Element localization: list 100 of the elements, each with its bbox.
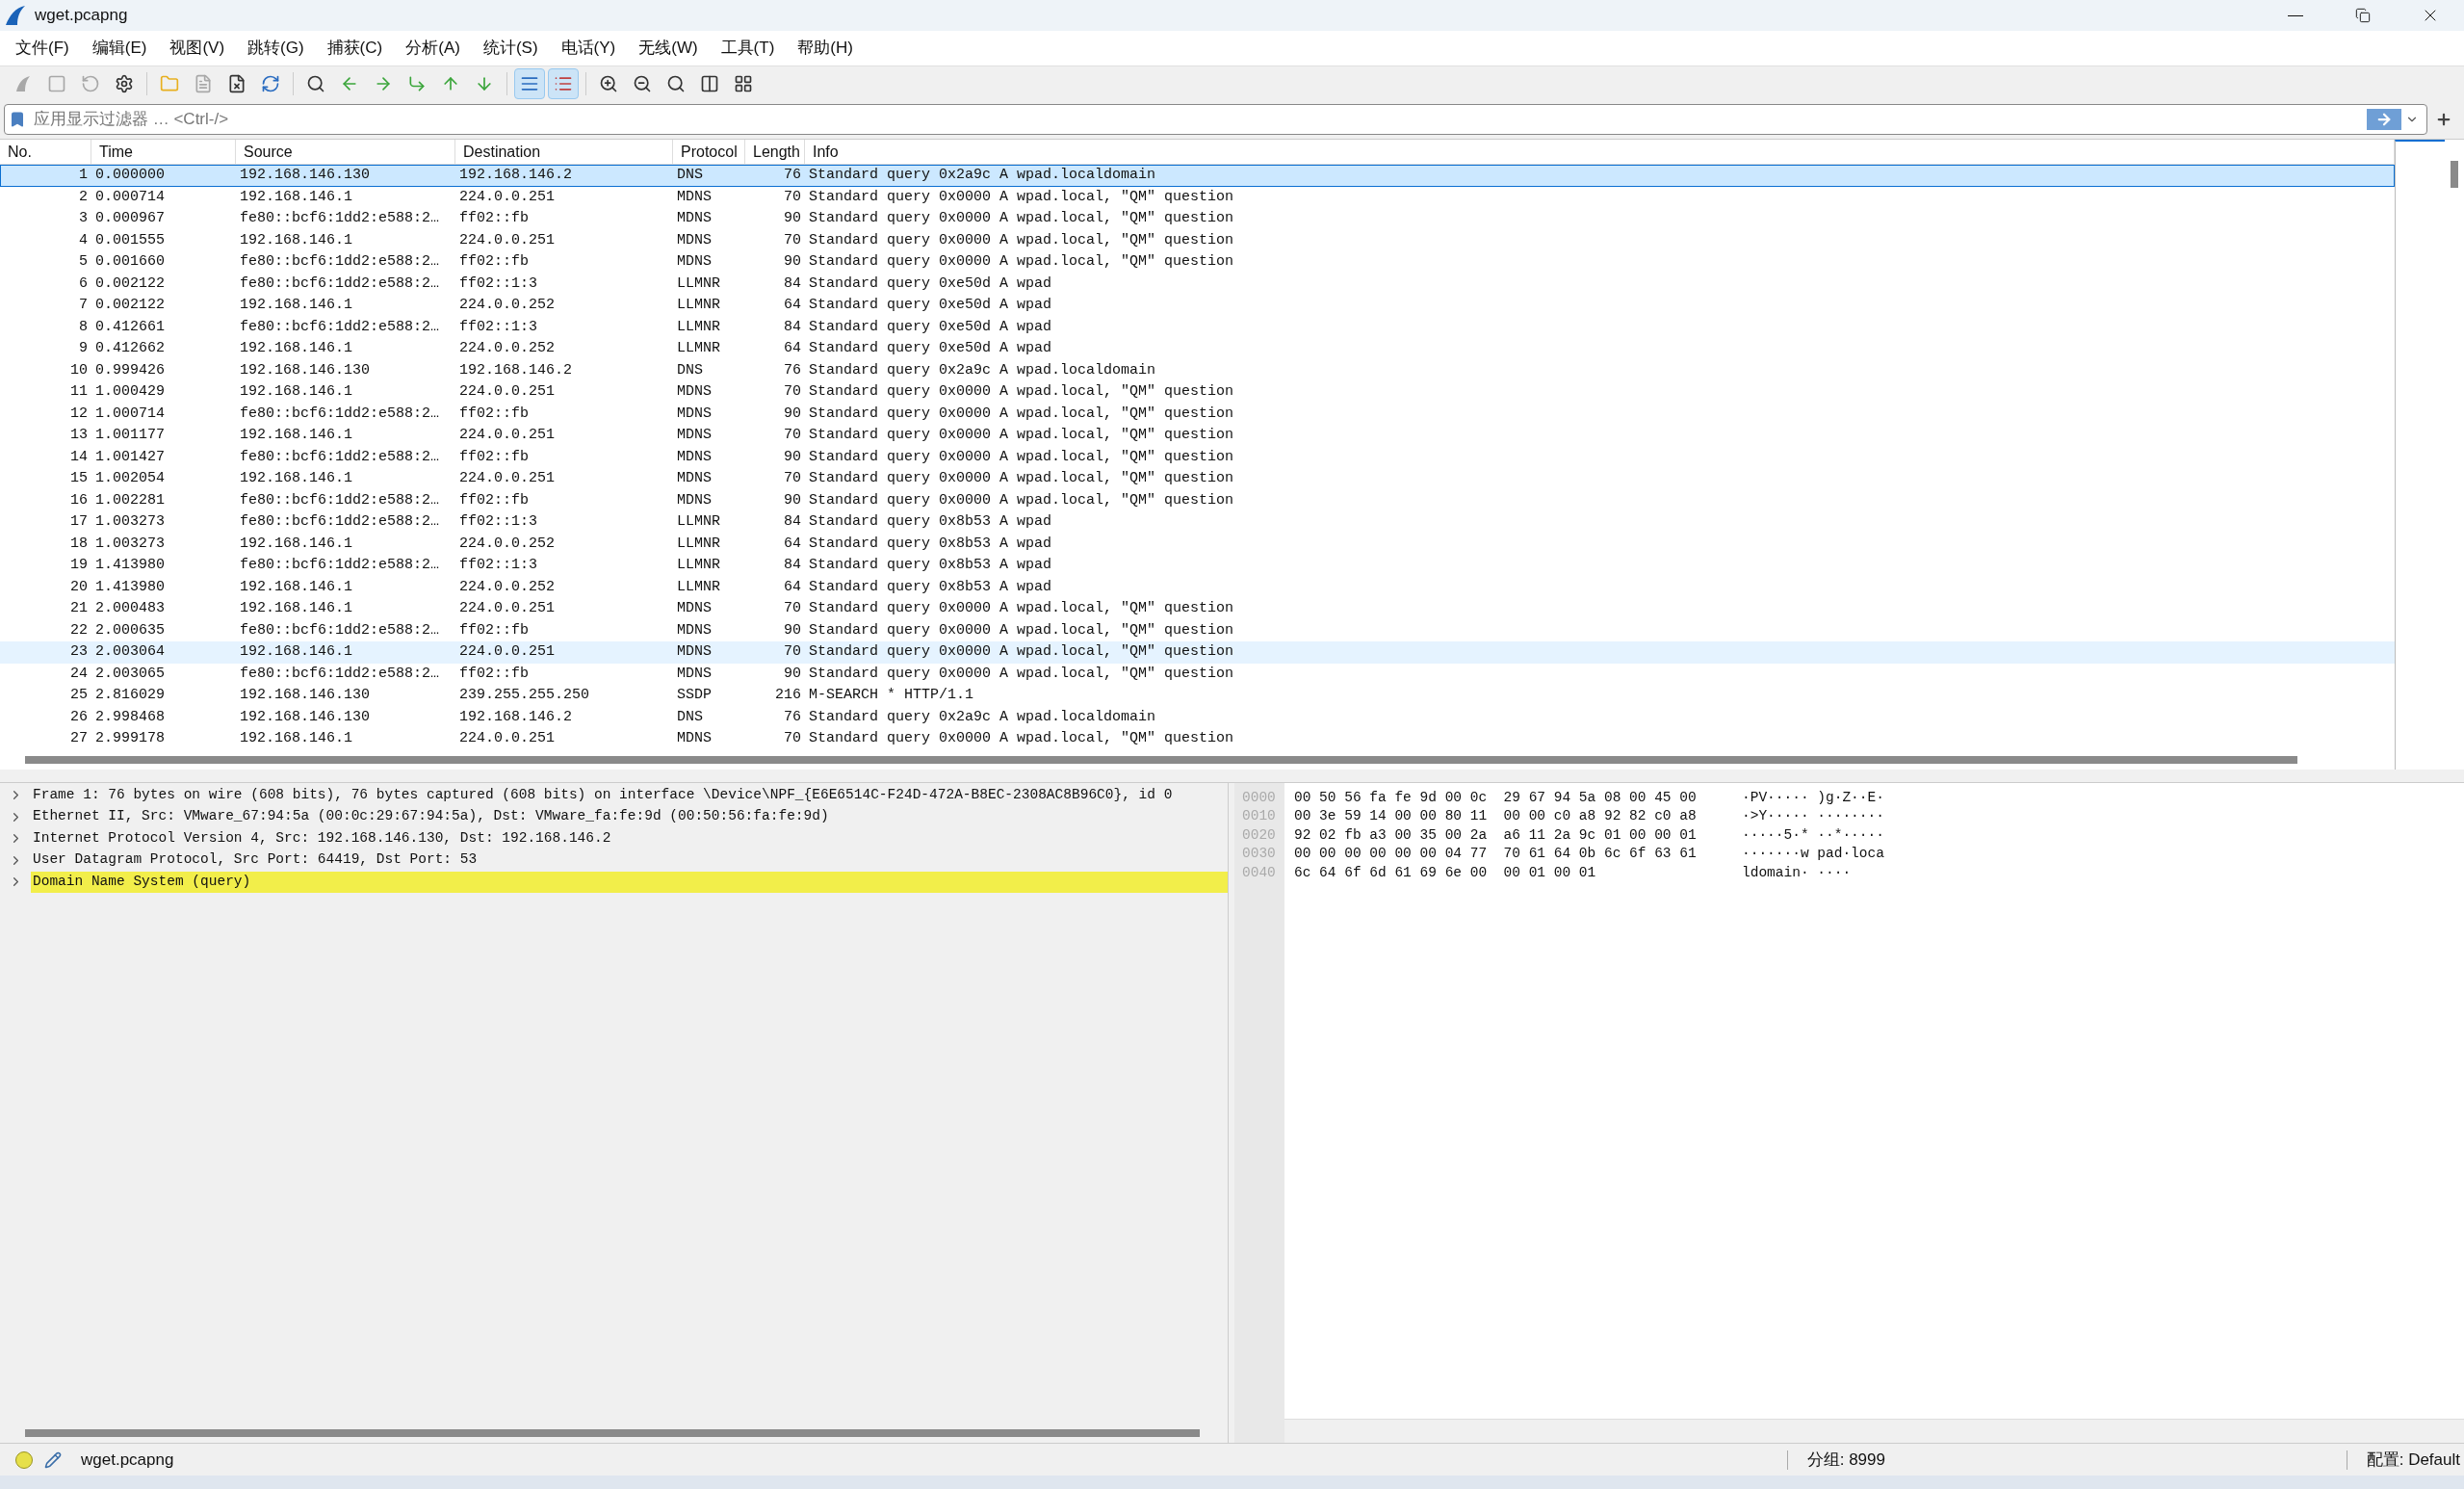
packet-row[interactable]: 8 0.412661 fe80::bcf6:1dd2:e588:2… ff02::1:3 LLMNR 84 Standard query 0xe50d A wpad xyxy=(0,316,2395,338)
table-cell-text: 2.003064 xyxy=(94,642,166,662)
filter-field[interactable]: 应用显示过滤器 … <Ctrl-/> xyxy=(4,104,2427,135)
apply-filter-button[interactable] xyxy=(2367,109,2401,130)
menu-item[interactable]: 帮助(H) xyxy=(786,33,865,64)
detail-text: Frame 1: 76 bytes on wire (608 bits), 76 bytes captured (608 bits) on interface \Device\NPF_{E6E6514C-F24D-472A-B8EC-2308AC8B96C0}, id 0 xyxy=(32,785,1174,804)
detail-tree-row[interactable]: User Datagram Protocol, Src Port: 64419, Dst Port: 53 xyxy=(0,849,1228,872)
packet-row[interactable]: 6 0.002122 fe80::bcf6:1dd2:e588:2… ff02::1:3 LLMNR 84 Standard query 0xe50d A wpad xyxy=(0,273,2395,295)
packet-row[interactable]: 22 2.000635 fe80::bcf6:1dd2:e588:2… ff02::fb MDNS 90 Standard query 0x0000 A wpad.local, "QM" question xyxy=(0,619,2395,641)
packet-row[interactable]: 21 2.000483 192.168.146.1 224.0.0.251 MDNS 70 Standard query 0x0000 A wpad.local, "QM" question xyxy=(0,598,2395,620)
table-cell-text: 84 xyxy=(783,556,802,575)
menu-item[interactable]: 跳转(G) xyxy=(236,33,316,64)
packet-row[interactable]: 15 1.002054 192.168.146.1 224.0.0.251 MDNS 70 Standard query 0x0000 A wpad.local, "QM" question xyxy=(0,468,2395,490)
packet-row[interactable]: 5 0.001660 fe80::bcf6:1dd2:e588:2… ff02::fb MDNS 90 Standard query 0x0000 A wpad.local, "QM" question xyxy=(0,251,2395,274)
column-header[interactable]: Destination xyxy=(455,140,673,164)
packet-row[interactable]: 3 0.000967 fe80::bcf6:1dd2:e588:2… ff02::fb MDNS 90 Standard query 0x0000 A wpad.local, "QM" question xyxy=(0,208,2395,230)
table-cell-text: 0.002122 xyxy=(94,274,166,294)
packet-row[interactable]: 4 0.001555 192.168.146.1 224.0.0.251 MDNS 70 Standard query 0x0000 A wpad.local, "QM" question xyxy=(0,229,2395,251)
zoom-reset-icon xyxy=(666,73,686,93)
vertical-scrollbar[interactable] xyxy=(2451,161,2458,188)
table-cell-text: Standard query 0x0000 A wpad.local, "QM" question xyxy=(808,664,1235,684)
table-cell-text: 23 xyxy=(69,642,89,662)
packet-row[interactable]: 10 0.999426 192.168.146.130 192.168.146.2 DNS 76 Standard query 0x2a9c A wpad.localdomain xyxy=(0,359,2395,381)
packet-row[interactable]: 20 1.413980 192.168.146.1 224.0.0.252 LLMNR 64 Standard query 0x8b53 A wpad xyxy=(0,576,2395,598)
packet-row[interactable]: 14 1.001427 fe80::bcf6:1dd2:e588:2… ff02::fb MDNS 90 Standard query 0x0000 A wpad.local, "QM" question xyxy=(0,446,2395,468)
column-header[interactable]: Protocol xyxy=(673,140,745,164)
packet-row[interactable]: 24 2.003065 fe80::bcf6:1dd2:e588:2… ff02::fb MDNS 90 Standard query 0x0000 A wpad.local, "QM" question xyxy=(0,663,2395,685)
detail-tree-row[interactable]: Internet Protocol Version 4, Src: 192.168.146.130, Dst: 192.168.146.2 xyxy=(0,827,1228,849)
menu-item[interactable]: 编辑(E) xyxy=(80,33,159,64)
menu-item[interactable]: 捕获(C) xyxy=(315,33,395,64)
table-cell-text: Standard query 0x0000 A wpad.local, "QM" question xyxy=(808,252,1235,272)
table-cell-text: 64 xyxy=(783,296,802,315)
table-cell-text: Standard query 0x0000 A wpad.local, "QM" question xyxy=(808,469,1235,488)
detail-tree-row[interactable]: Ethernet II, Src: VMware_67:94:5a (00:0c:29:67:94:5a), Dst: VMware_fa:fe:9d (00:50:56:fa:fe:9d) xyxy=(0,806,1228,828)
table-cell-text: MDNS xyxy=(676,404,713,424)
table-cell-text: 216 xyxy=(774,686,802,705)
table-cell-text: 17 xyxy=(69,512,89,532)
hex-bytes: 00 50 56 fa fe 9d 00 0c 29 67 94 5a 08 00 45 00 xyxy=(1294,788,1698,806)
packet-row[interactable]: 2 0.000714 192.168.146.1 224.0.0.251 MDNS 70 Standard query 0x0000 A wpad.local, "QM" question xyxy=(0,186,2395,208)
menu-item[interactable]: 统计(S) xyxy=(471,33,550,64)
packet-row[interactable]: 19 1.413980 fe80::bcf6:1dd2:e588:2… ff02::1:3 LLMNR 84 Standard query 0x8b53 A wpad xyxy=(0,555,2395,577)
packet-row[interactable]: 7 0.002122 192.168.146.1 224.0.0.252 LLMNR 64 Standard query 0xe50d A wpad xyxy=(0,295,2395,317)
filter-input[interactable]: 应用显示过滤器 … <Ctrl-/> xyxy=(34,107,2367,132)
packet-row[interactable]: 17 1.003273 fe80::bcf6:1dd2:e588:2… ff02::1:3 LLMNR 84 Standard query 0x8b53 A wpad xyxy=(0,511,2395,534)
packet-row[interactable]: 13 1.001177 192.168.146.1 224.0.0.251 MDNS 70 Standard query 0x0000 A wpad.local, "QM" question xyxy=(0,425,2395,447)
minimize-icon xyxy=(2288,14,2303,16)
table-cell-text: 192.168.146.1 xyxy=(239,534,354,554)
table-cell-text: 192.168.146.130 xyxy=(239,166,372,185)
table-cell-text: 192.168.146.2 xyxy=(458,707,574,727)
column-header[interactable]: Source xyxy=(236,140,455,164)
table-cell-text: 224.0.0.252 xyxy=(458,534,557,554)
zoom-out-icon xyxy=(633,73,652,93)
menu-item[interactable]: 无线(W) xyxy=(627,33,710,64)
table-cell-text: 224.0.0.252 xyxy=(458,577,557,597)
detail-tree-row[interactable]: Frame 1: 76 bytes on wire (608 bits), 76 bytes captured (608 bits) on interface \Device\NPF_{E6E6514C-F24D-472A-B8EC-2308AC8B96C0}, id 0 xyxy=(0,784,1228,806)
horizontal-scrollbar[interactable] xyxy=(25,1429,1200,1437)
packet-row[interactable]: 11 1.000429 192.168.146.1 224.0.0.251 MDNS 70 Standard query 0x0000 A wpad.local, "QM" question xyxy=(0,381,2395,404)
column-header[interactable]: Length xyxy=(745,140,805,164)
table-cell-text: ff02::fb xyxy=(458,490,530,510)
menu-item[interactable]: 视图(V) xyxy=(158,33,237,64)
table-cell-text: Standard query 0x0000 A wpad.local, "QM" question xyxy=(808,642,1235,662)
packet-row[interactable]: 1 0.000000 192.168.146.130 192.168.146.2 DNS 76 Standard query 0x2a9c A wpad.localdomain xyxy=(0,165,2395,187)
menu-item[interactable]: 电话(Y) xyxy=(549,33,628,64)
menu-item[interactable]: 文件(F) xyxy=(4,33,81,64)
table-cell-text: 26 xyxy=(69,707,89,727)
packet-row[interactable]: 27 2.999178 192.168.146.1 224.0.0.251 MDNS 70 Standard query 0x0000 A wpad.local, "QM" question xyxy=(0,728,2395,750)
packet-row[interactable]: 25 2.816029 192.168.146.130 239.255.255.250 SSDP 216 M-SEARCH * HTTP/1.1 xyxy=(0,685,2395,707)
edit-comment-icon[interactable] xyxy=(44,1450,62,1469)
bookmark-icon xyxy=(9,111,26,128)
table-cell-text: MDNS xyxy=(676,729,713,748)
menu-item[interactable]: 分析(A) xyxy=(394,33,472,64)
column-header[interactable]: No. xyxy=(0,140,91,164)
table-cell-text: 224.0.0.251 xyxy=(458,642,557,662)
table-cell-text: 11 xyxy=(69,382,89,402)
table-cell-text: fe80::bcf6:1dd2:e588:2… xyxy=(239,620,441,640)
packet-row[interactable]: 12 1.000714 fe80::bcf6:1dd2:e588:2… ff02::fb MDNS 90 Standard query 0x0000 A wpad.local, "QM" question xyxy=(0,403,2395,425)
table-cell-text: Standard query 0x0000 A wpad.local, "QM" question xyxy=(808,490,1235,510)
table-cell-text: 192.168.146.1 xyxy=(239,599,354,618)
table-cell-text: 224.0.0.251 xyxy=(458,426,557,445)
packet-row[interactable]: 26 2.998468 192.168.146.130 192.168.146.2 DNS 76 Standard query 0x2a9c A wpad.localdomain xyxy=(0,706,2395,728)
colorize-button[interactable] xyxy=(548,67,579,99)
table-cell-text: 2.000635 xyxy=(94,620,166,640)
table-cell-text: 192.168.146.1 xyxy=(239,230,354,250)
autoscroll-button[interactable] xyxy=(514,67,545,99)
horizontal-scrollbar[interactable] xyxy=(25,755,2297,764)
packet-row[interactable]: 9 0.412662 192.168.146.1 224.0.0.252 LLMNR 64 Standard query 0xe50d A wpad xyxy=(0,338,2395,360)
close-file-icon xyxy=(227,73,246,93)
menu-item[interactable]: 工具(T) xyxy=(709,33,787,64)
table-cell-text: MDNS xyxy=(676,252,713,272)
add-filter-icon[interactable] xyxy=(2435,111,2452,128)
table-cell-text: Standard query 0x8b53 A wpad xyxy=(808,512,1053,532)
packet-row[interactable]: 18 1.003273 192.168.146.1 224.0.0.252 LLMNR 64 Standard query 0x8b53 A wpad xyxy=(0,533,2395,555)
packet-row[interactable]: 23 2.003064 192.168.146.1 224.0.0.251 MDNS 70 Standard query 0x0000 A wpad.local, "QM" question xyxy=(0,641,2395,664)
column-header[interactable]: Time xyxy=(91,140,236,164)
table-cell-text: 0.000714 xyxy=(94,187,166,207)
table-cell-text: MDNS xyxy=(676,447,713,467)
table-cell-text: 0.001555 xyxy=(94,230,166,250)
table-cell-text: 0.000000 xyxy=(94,166,166,185)
packet-row[interactable]: 16 1.002281 fe80::bcf6:1dd2:e588:2… ff02::fb MDNS 90 Standard query 0x0000 A wpad.local, "QM" question xyxy=(0,489,2395,511)
table-cell-text: 2.999178 xyxy=(94,729,166,748)
